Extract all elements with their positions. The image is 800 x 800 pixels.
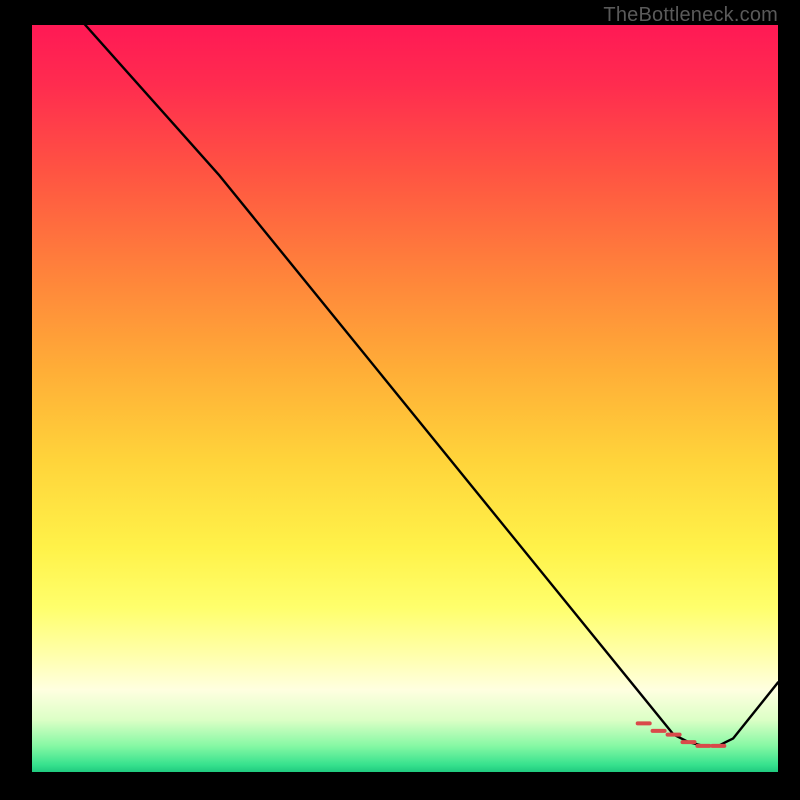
watermark-text: TheBottleneck.com: [603, 4, 778, 27]
chart-frame: TheBottleneck.com: [0, 0, 800, 800]
series-curve: [32, 25, 778, 746]
line-curve: [32, 25, 778, 772]
marker-group: [638, 723, 725, 746]
plot-area: [32, 25, 778, 772]
